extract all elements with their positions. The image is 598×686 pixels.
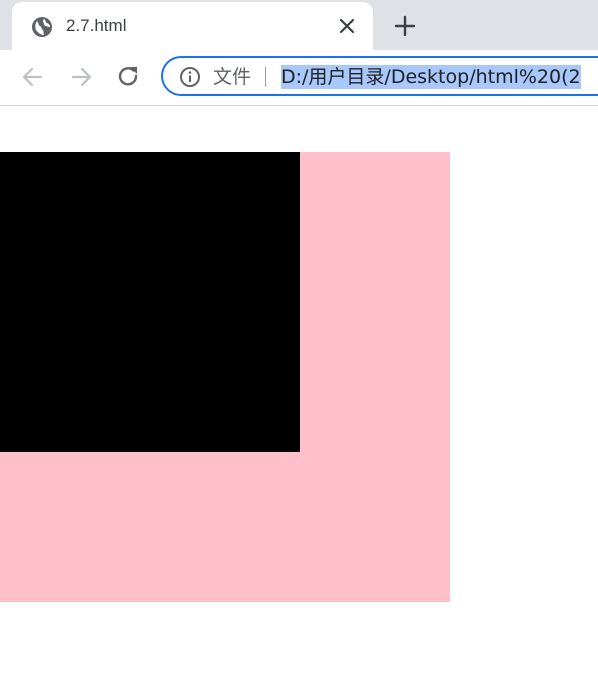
page-viewport [0, 106, 598, 686]
arrow-right-icon[interactable] [68, 64, 94, 90]
arrow-left-icon[interactable] [20, 64, 46, 90]
new-tab-button[interactable] [392, 13, 418, 39]
url-text[interactable]: D:/用户目录/Desktop/html%20(2 [281, 65, 581, 89]
globe-icon [32, 17, 52, 37]
reload-icon[interactable] [116, 64, 142, 90]
tab-strip: 2.7.html [0, 0, 598, 50]
inner-black-box [0, 152, 300, 452]
browser-tab-active[interactable]: 2.7.html [12, 2, 373, 50]
tab-title: 2.7.html [66, 16, 127, 35]
scheme-divider [265, 67, 266, 87]
browser-toolbar: 文件 D:/用户目录/Desktop/html%20(2 [0, 50, 598, 106]
scheme-label: 文件 [213, 66, 252, 88]
info-icon[interactable] [179, 66, 201, 88]
close-icon[interactable] [336, 15, 358, 37]
address-bar[interactable]: 文件 D:/用户目录/Desktop/html%20(2 [161, 56, 598, 96]
